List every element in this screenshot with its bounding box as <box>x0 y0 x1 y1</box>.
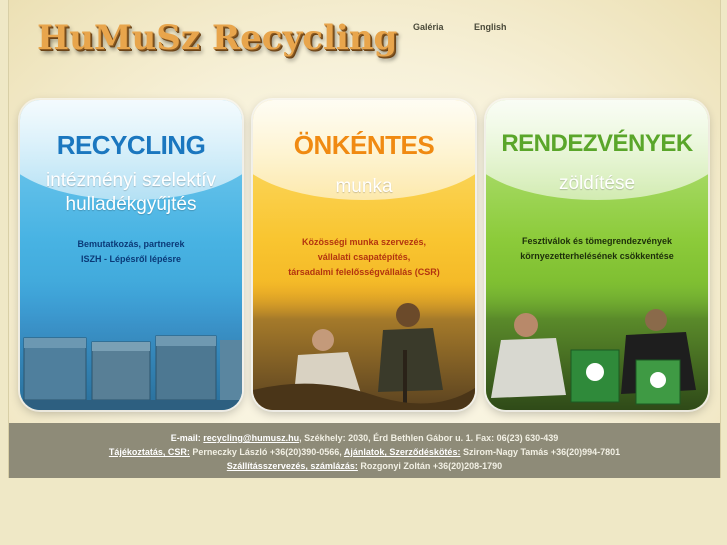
footer-link-csr[interactable]: Tájékoztatás, CSR: <box>109 447 190 457</box>
footer-contact-rozgonyi: Rozgonyi Zoltán +36(20)208-1790 <box>357 461 503 471</box>
volunteer-link-kozossegi[interactable]: Közösségi munka szervezés, <box>253 235 475 250</box>
events-card-subtitle: zöldítése <box>486 172 708 196</box>
events-subtitle-line1: zöldítése <box>558 173 636 194</box>
footer-link-ajanlatok[interactable]: Ajánlatok, Szerződéskötés: <box>344 447 461 457</box>
volunteer-subtitle-line1: munka <box>335 176 393 197</box>
site-logo[interactable]: HuMuSz Recycling <box>37 18 397 58</box>
footer-line-contact: E-mail: recycling@humusz.hu, Székhely: 2… <box>9 431 720 445</box>
recycling-subtitle-line2: hulladékgyűjtés <box>65 194 197 215</box>
volunteer-link-csapatepites[interactable]: vállalati csapatépítés, <box>253 250 475 265</box>
footer-line-contacts: Tájékoztatás, CSR: Perneczky László +36(… <box>9 445 720 459</box>
events-link-kornyezet[interactable]: környezetterhelésének csökkentése <box>486 249 708 264</box>
recycling-link-iszh[interactable]: ISZH - Lépésről lépésre <box>20 252 242 267</box>
events-card-description: Fesztiválok és tömegrendezvények környez… <box>486 234 708 264</box>
volunteer-card-description: Közösségi munka szervezés, vállalati csa… <box>253 235 475 280</box>
footer-contact-perneczky: Perneczky László +36(20)390-0566, <box>189 447 344 457</box>
volunteer-card-title: ÖNKÉNTES <box>293 130 435 160</box>
footer-contact-szirom: Szirom-Nagy Tamás +36(20)994-7801 <box>460 447 621 457</box>
recycling-subtitle-line1: intézményi szelektív <box>45 170 216 191</box>
recycling-card[interactable]: RECYCLING intézményi szelektív hulladékg… <box>20 100 242 410</box>
recycling-card-title: RECYCLING <box>56 130 206 160</box>
footer-line-shipping: Szállításszervezés, számlázás: Rozgonyi … <box>9 459 720 473</box>
nav-link-english[interactable]: English <box>474 22 507 32</box>
footer-email-link[interactable]: recycling@humusz.hu <box>203 433 299 443</box>
footer-address: , Székhely: 2030, Érd Bethlen Gábor u. 1… <box>299 433 559 443</box>
top-navigation: Galéria English <box>413 22 535 32</box>
nav-link-galeria[interactable]: Galéria <box>413 22 444 32</box>
events-link-fesztivalok[interactable]: Fesztiválok és tömegrendezvények <box>486 234 708 249</box>
volunteer-link-csr[interactable]: társadalmi felelősségvállalás (CSR) <box>253 265 475 280</box>
recycling-card-description: Bemutatkozás, partnerek ISZH - Lépésről … <box>20 237 242 267</box>
site-footer: E-mail: recycling@humusz.hu, Székhely: 2… <box>9 423 720 478</box>
volunteer-card-subtitle: munka <box>253 175 475 199</box>
recycling-card-subtitle: intézményi szelektív hulladékgyűjtés <box>20 169 242 217</box>
volunteers-planting-photo <box>253 280 475 410</box>
page-frame: HuMuSz Recycling Galéria English RECYCLI… <box>8 0 721 478</box>
events-card-title: RENDEZVÉNYEK <box>501 130 693 157</box>
footer-link-szallitas[interactable]: Szállításszervezés, számlázás: <box>227 461 358 471</box>
festival-bins-photo <box>486 280 708 410</box>
events-card[interactable]: RENDEZVÉNYEK zöldítése Fesztiválok és tö… <box>486 100 708 410</box>
recycling-containers-photo <box>20 280 242 410</box>
footer-email-label: E-mail: <box>170 433 204 443</box>
recycling-link-bemutatkozas[interactable]: Bemutatkozás, partnerek <box>20 237 242 252</box>
volunteer-card[interactable]: ÖNKÉNTES munka Közösségi munka szervezés… <box>253 100 475 410</box>
